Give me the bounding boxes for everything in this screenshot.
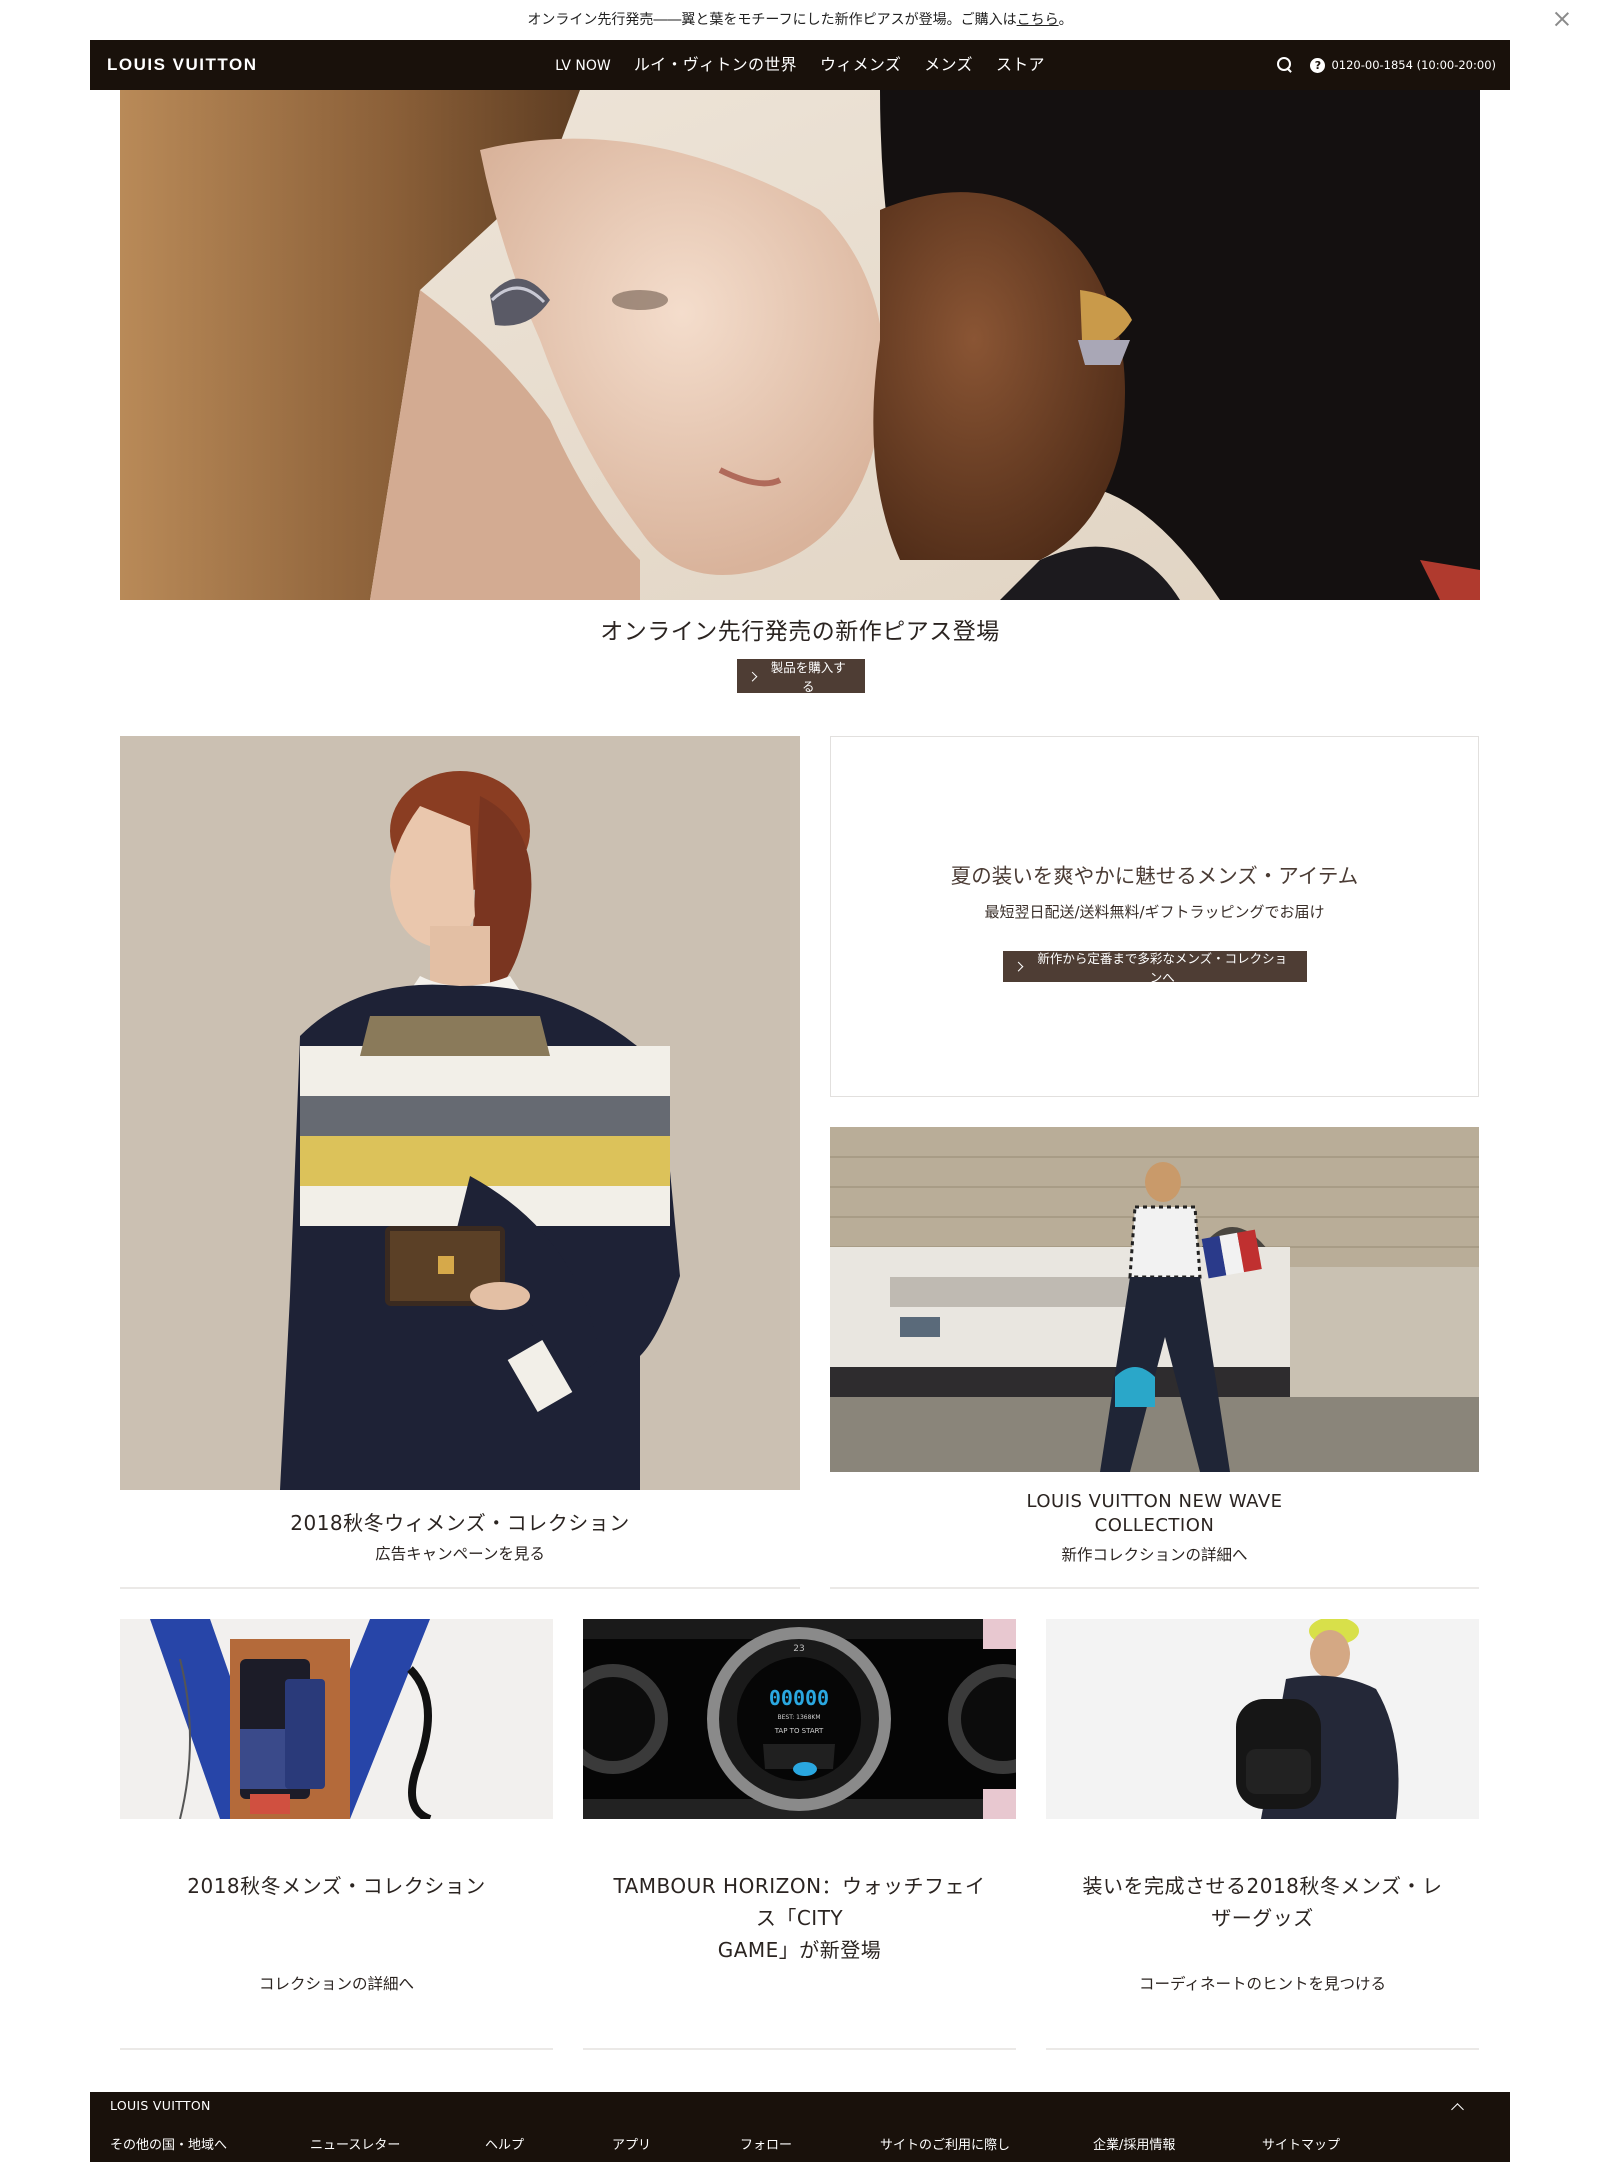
new-wave-title-line1: LOUIS VUITTON NEW WAVE — [1026, 1491, 1283, 1512]
footer-link-app[interactable]: アプリ — [612, 2134, 651, 2153]
leather-title-line1: 装いを完成させる2018秋冬メンズ・レ — [1082, 1874, 1443, 1898]
announcement-end: 。 — [1058, 12, 1073, 28]
watch-score: 00000 — [769, 1686, 829, 1710]
announcement-bar: オンライン先行発売――翼と葉をモチーフにした新作ピアスが登場。ご購入はこちら。 — [0, 0, 1600, 40]
site-header: LOUIS VUITTON LV NOW ルイ・ヴィトンの世界 ウィメンズ メン… — [90, 40, 1510, 90]
footer-logo[interactable]: LOUIS VUITTON — [110, 2098, 211, 2113]
footer-link-terms[interactable]: サイトのご利用に際し — [880, 2134, 1010, 2153]
announcement-text: オンライン先行発売――翼と葉をモチーフにした新作ピアスが登場。ご購入は — [527, 12, 1017, 28]
mens-collection-label: 新作から定番まで多彩なメンズ・コレクションへ — [1037, 950, 1288, 985]
tambour-horizon-image[interactable]: 23 00000 BEST: 1368KM TAP TO START — [583, 1619, 1016, 1819]
tambour-title-line2: ス「CITY — [755, 1906, 844, 1930]
help-icon[interactable]: ? — [1310, 57, 1326, 73]
watch-best: BEST: 1368KM — [777, 1714, 820, 1721]
footer-link-sitemap[interactable]: サイトマップ — [1262, 2134, 1340, 2153]
watch-ring-number: 23 — [793, 1644, 804, 1654]
new-wave-image[interactable] — [830, 1127, 1479, 1472]
header-tools: ? 0120-00-1854 (10:00-20:00) — [1276, 40, 1496, 90]
divider — [120, 1587, 800, 1589]
promo-subtitle: 最短翌日配送/送料無料/ギフトラッピングでお届け — [984, 903, 1325, 921]
tambour-horizon-title[interactable]: TAMBOUR HORIZON：ウォッチフェイ ス「CITY GAME」が新登場 — [583, 1870, 1016, 1966]
footer-link-corporate[interactable]: 企業/採用情報 — [1093, 2134, 1175, 2153]
women-collection-title[interactable]: 2018秋冬ウィメンズ・コレクション — [120, 1507, 800, 1536]
buy-product-label: 製品を購入する — [770, 660, 846, 694]
nav-item-men[interactable]: メンズ — [924, 40, 973, 90]
footer-link-newsletter[interactable]: ニュースレター — [310, 2134, 400, 2153]
promo-title: 夏の装いを爽やかに魅せるメンズ・アイテム — [950, 864, 1359, 888]
nav-item-world[interactable]: ルイ・ヴィトンの世界 — [634, 40, 797, 90]
back-to-top-icon[interactable] — [1451, 2103, 1464, 2116]
mens-collection-image[interactable] — [120, 1619, 553, 1819]
mens-collection-button[interactable]: 新作から定番まで多彩なメンズ・コレクションへ — [1003, 951, 1307, 985]
nav-item-lv-now[interactable]: LV NOW — [555, 41, 611, 91]
hero-title: オンライン先行発売の新作ピアス登場 — [600, 619, 1000, 645]
announcement-link[interactable]: こちら — [1017, 12, 1059, 28]
chevron-right-icon — [1013, 961, 1024, 972]
chevron-right-icon — [747, 671, 758, 681]
watch-prompt: TAP TO START — [774, 1727, 824, 1735]
mens-collection-title-line1: 2018秋冬メンズ・コレクション — [187, 1874, 486, 1898]
mens-collection-title[interactable]: 2018秋冬メンズ・コレクション — [120, 1870, 553, 1899]
divider — [120, 2048, 553, 2050]
footer-link-regions[interactable]: その他の国・地域へ — [110, 2134, 227, 2153]
new-wave-title-line2: COLLECTION — [1094, 1515, 1215, 1536]
mens-promo-box: 夏の装いを爽やかに魅せるメンズ・アイテム 最短翌日配送/送料無料/ギフトラッピン… — [830, 736, 1479, 1097]
mens-leather-goods-title[interactable]: 装いを完成させる2018秋冬メンズ・レ ザーグッズ — [1046, 1870, 1479, 1934]
new-wave-title[interactable]: LOUIS VUITTON NEW WAVE COLLECTION — [830, 1490, 1479, 1538]
close-icon[interactable] — [1552, 9, 1572, 29]
site-footer: LOUIS VUITTON その他の国・地域へ ニュースレター ヘルプ アプリ … — [90, 2092, 1510, 2162]
logo[interactable]: LOUIS VUITTON — [107, 40, 257, 90]
new-wave-link[interactable]: 新作コレクションの詳細へ — [830, 1543, 1479, 1565]
divider — [583, 2048, 1016, 2050]
search-icon[interactable] — [1276, 56, 1294, 74]
nav-item-women[interactable]: ウィメンズ — [820, 40, 901, 90]
mens-leather-goods-link[interactable]: コーディネートのヒントを見つける — [1046, 1972, 1479, 1994]
buy-product-button[interactable]: 製品を購入する — [737, 659, 865, 694]
hero-image[interactable] — [120, 90, 1480, 600]
divider — [830, 1587, 1479, 1589]
tambour-title-line3: GAME」が新登場 — [717, 1938, 882, 1962]
mens-collection-link[interactable]: コレクションの詳細へ — [120, 1972, 553, 1994]
mens-leather-goods-image[interactable] — [1046, 1619, 1479, 1819]
phone-number[interactable]: 0120-00-1854 (10:00-20:00) — [1331, 58, 1496, 72]
footer-link-follow[interactable]: フォロー — [740, 2134, 792, 2153]
leather-title-line2: ザーグッズ — [1211, 1906, 1314, 1930]
tambour-title-line1: TAMBOUR HORIZON：ウォッチフェイ — [613, 1874, 986, 1898]
women-collection-image[interactable] — [120, 736, 800, 1490]
nav-item-store[interactable]: ストア — [996, 40, 1045, 90]
divider — [1046, 2048, 1479, 2050]
women-collection-link[interactable]: 広告キャンペーンを見る — [120, 1542, 800, 1564]
footer-link-help[interactable]: ヘルプ — [485, 2134, 524, 2153]
